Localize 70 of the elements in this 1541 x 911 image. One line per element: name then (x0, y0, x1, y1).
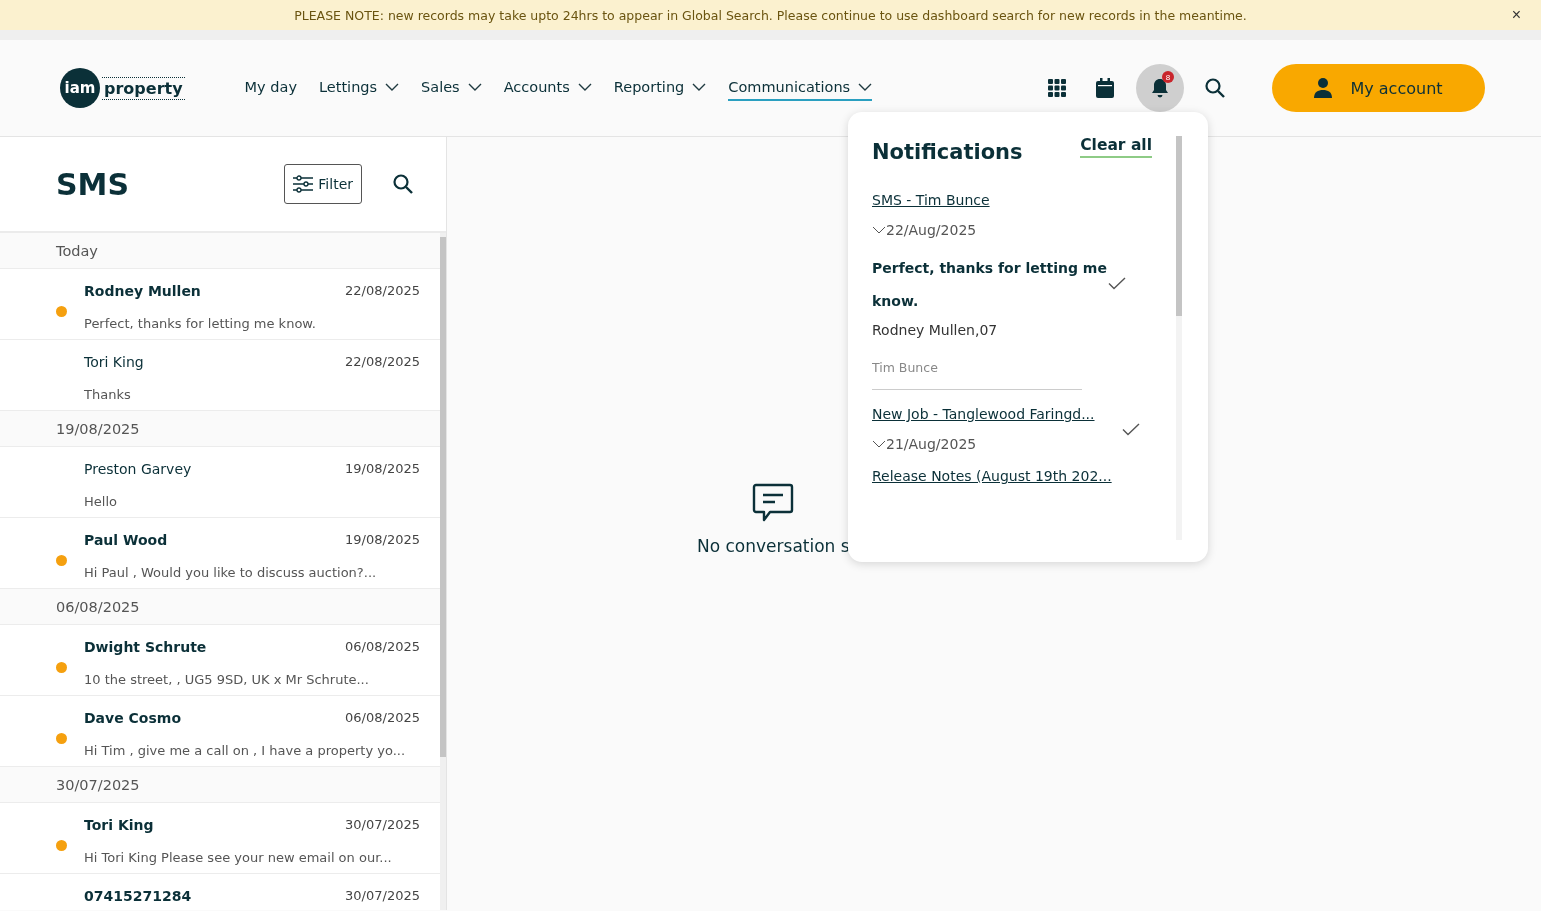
notification-link[interactable]: SMS - Tim Bunce (872, 192, 1108, 208)
page-title: SMS (56, 166, 131, 202)
chevron-down-icon (692, 83, 707, 91)
filter-button[interactable]: Filter (284, 164, 362, 204)
contact-name: Tori King (84, 354, 145, 372)
date-group-header: Today (0, 233, 440, 269)
logo-mark: iam (60, 68, 100, 108)
message-date: 06/08/2025 (345, 639, 420, 656)
nav-menu-item[interactable]: Sales (421, 75, 482, 101)
contact-name: Rodney Mullen (84, 283, 202, 301)
chevron-down-icon (872, 226, 886, 234)
nav-menu-item[interactable]: My day (244, 75, 297, 101)
message-preview: Hi Tori King Please see your new email on our... (84, 848, 392, 867)
date-group-header: 30/07/2025 (0, 767, 440, 803)
nav-menu-item[interactable]: Reporting (613, 75, 707, 101)
notification-date[interactable]: 22/Aug/2025 (872, 222, 1108, 238)
search-icon (1205, 78, 1225, 98)
nav-menu-item[interactable]: Lettings (319, 75, 400, 101)
notification-count-badge: 8 (1162, 71, 1174, 83)
message-preview: Hi Paul , Would you like to discuss auction?... (84, 563, 377, 582)
checkmark-icon[interactable] (1108, 277, 1126, 290)
message-preview: Hello (84, 492, 117, 511)
contact-name: 07415271284 (84, 888, 193, 906)
message-date: 22/08/2025 (345, 283, 420, 300)
message-preview: Hi Tim , give me a call on , I have a property yo... (84, 741, 406, 760)
message-preview: Thanks (84, 385, 131, 404)
notification-sender: Rodney Mullen,07 (872, 322, 999, 338)
search-icon (393, 174, 413, 194)
message-date: 19/08/2025 (345, 532, 420, 549)
grid-icon (1048, 79, 1066, 97)
message-date: 22/08/2025 (345, 354, 420, 371)
chat-bubble-icon (752, 482, 795, 524)
notification-link[interactable]: New Job - Tanglewood Faringd... (872, 406, 1122, 422)
date-group-header: 06/08/2025 (0, 589, 440, 625)
message-preview: 10 the street, , UG5 9SD, UK x Mr Schrute... (84, 670, 369, 689)
nav-menu-item[interactable]: Accounts (503, 75, 592, 101)
chevron-down-icon (385, 83, 400, 91)
notification-message: Perfect, thanks for letting me know. (872, 259, 1108, 311)
notifications-button[interactable]: 8 (1136, 64, 1184, 112)
sliders-icon (293, 175, 314, 193)
clear-all-button[interactable]: Clear all (1080, 136, 1152, 158)
message-preview: Perfect, thanks for letting me know. (84, 314, 316, 333)
notice-text: PLEASE NOTE: new records may take upto 24hrs to appear in Global Search. Please continue to use dashboard search for new records in the meantime. (294, 7, 1247, 23)
message-date: 30/07/2025 (345, 817, 420, 834)
calendar-icon (1096, 78, 1114, 98)
contact-name: Tori King (84, 817, 155, 835)
checkmark-icon[interactable] (1122, 422, 1140, 436)
chevron-down-icon (577, 83, 592, 91)
notifications-title: Notifications (872, 140, 1023, 164)
nav-menu-item[interactable]: Communications (728, 75, 873, 101)
date-group-header: 19/08/2025 (0, 411, 440, 447)
message-date: 30/07/2025 (345, 888, 420, 905)
chevron-down-icon (467, 83, 482, 91)
chevron-down-icon (858, 83, 873, 91)
contact-name: Dave Cosmo (84, 710, 182, 728)
notification-agent: Tim Bunce (872, 360, 939, 375)
account-button[interactable]: My account (1272, 64, 1485, 112)
person-icon (1314, 78, 1333, 98)
notification-link[interactable]: Release Notes (August 19th 202... (872, 468, 1122, 484)
contact-name: Paul Wood (84, 532, 169, 550)
message-date: 19/08/2025 (345, 461, 420, 478)
contact-name: Dwight Schrute (84, 639, 208, 657)
bell-icon (1151, 78, 1169, 98)
logo-word: property (102, 76, 185, 100)
notification-date[interactable]: 21/Aug/2025 (872, 436, 1122, 452)
contact-name: Preston Garvey (84, 461, 193, 479)
message-date: 06/08/2025 (345, 710, 420, 727)
empty-state-text: No conversation s (697, 536, 850, 556)
chevron-down-icon (872, 440, 886, 448)
close-button[interactable]: × (1505, 5, 1527, 25)
